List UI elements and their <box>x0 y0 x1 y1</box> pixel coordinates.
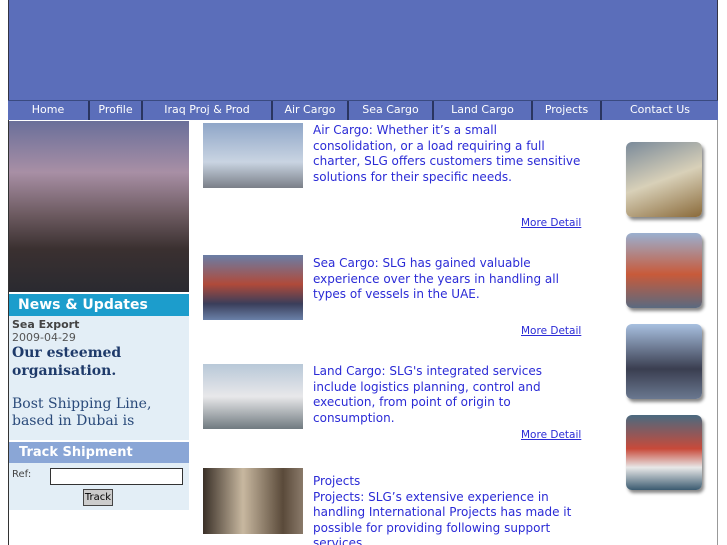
track-button[interactable]: Track <box>83 489 113 506</box>
land-cargo-image <box>203 364 303 429</box>
news-headline: Our esteemed organisation. <box>12 345 122 379</box>
news-heading: News & Updates <box>9 294 189 316</box>
air-cargo-more-link[interactable]: More Detail <box>521 217 581 229</box>
nav-air-cargo[interactable]: Air Cargo <box>273 101 349 120</box>
nav-contact-us[interactable]: Contact Us <box>602 101 718 120</box>
ref-label: Ref: <box>12 469 32 480</box>
land-cargo-text: Land Cargo: SLG's integrated services in… <box>313 364 543 425</box>
main-nav: Home Profile Iraq Proj & Prod Air Cargo … <box>8 100 718 120</box>
header-banner <box>8 0 718 100</box>
sea-cargo-image <box>203 255 303 320</box>
nav-home[interactable]: Home <box>8 101 90 120</box>
air-cargo-image <box>203 123 303 188</box>
projects-text: Projects: SLG’s extensive experience in … <box>313 489 572 545</box>
nav-land-cargo[interactable]: Land Cargo <box>434 101 533 120</box>
track-heading: Track Shipment <box>9 442 189 463</box>
crane-image <box>626 142 702 217</box>
news-panel: Sea Export 2009-04-29 Our esteemed organ… <box>9 316 189 440</box>
track-form: Ref: Track <box>9 463 189 510</box>
news-date: 2009-04-29 <box>12 331 76 344</box>
container-ship-image <box>626 415 702 490</box>
port-hero-image <box>9 121 189 292</box>
nav-sea-cargo[interactable]: Sea Cargo <box>349 101 434 120</box>
sea-cargo-text: Sea Cargo: SLG has gained valuable exper… <box>313 256 559 301</box>
projects-block: Projects Projects: SLG’s extensive exper… <box>313 474 583 545</box>
projects-image <box>203 468 303 534</box>
nav-iraq-proj[interactable]: Iraq Proj & Prod <box>143 101 273 120</box>
ref-input[interactable] <box>50 468 183 485</box>
container-port-image <box>626 233 702 308</box>
projects-title[interactable]: Projects <box>313 474 583 490</box>
news-body: Bost Shipping Line, based in Dubai is <box>12 396 152 429</box>
sea-cargo-more-link[interactable]: More Detail <box>521 325 581 337</box>
nav-projects[interactable]: Projects <box>533 101 602 120</box>
air-cargo-text: Air Cargo: Whether it’s a small consolid… <box>313 123 581 184</box>
land-cargo-more-link[interactable]: More Detail <box>521 429 581 441</box>
cargo-ship-image <box>626 324 702 399</box>
nav-profile[interactable]: Profile <box>90 101 143 120</box>
news-title[interactable]: Sea Export <box>12 318 186 331</box>
